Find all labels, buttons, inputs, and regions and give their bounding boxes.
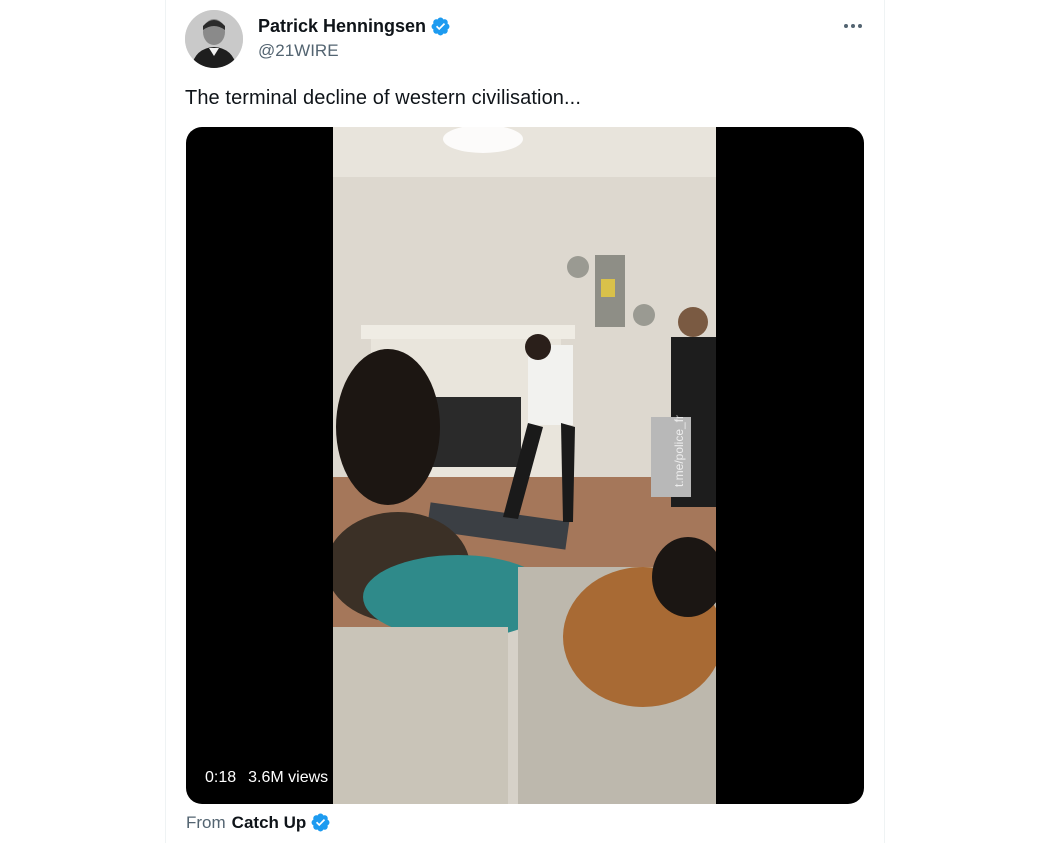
video-source: From Catch Up (186, 812, 331, 833)
verified-badge-icon (310, 812, 331, 833)
video-duration: 0:18 (205, 769, 237, 786)
author-handle[interactable]: @21WIRE (258, 41, 339, 61)
tweet-text: The terminal decline of western civilisa… (185, 87, 581, 109)
timeline-left-border (165, 0, 166, 843)
author-display-name[interactable]: Patrick Henningsen (258, 16, 426, 37)
verified-badge-icon (430, 16, 451, 37)
more-options-icon[interactable] (836, 12, 870, 40)
video-overlay: 0:18 3.6M views (205, 769, 328, 787)
video-frame: t.me/police_fr (333, 127, 716, 804)
video-player[interactable]: t.me/police_fr 0:18 3.6M views (186, 127, 864, 804)
avatar[interactable] (185, 10, 243, 68)
source-account-link[interactable]: Catch Up (232, 813, 307, 833)
source-prefix: From (186, 812, 226, 832)
author-name-row: Patrick Henningsen (258, 16, 451, 37)
video-views: 3.6M views (248, 769, 329, 786)
video-watermark: t.me/police_fr (672, 415, 686, 487)
timeline-right-border (884, 0, 885, 843)
